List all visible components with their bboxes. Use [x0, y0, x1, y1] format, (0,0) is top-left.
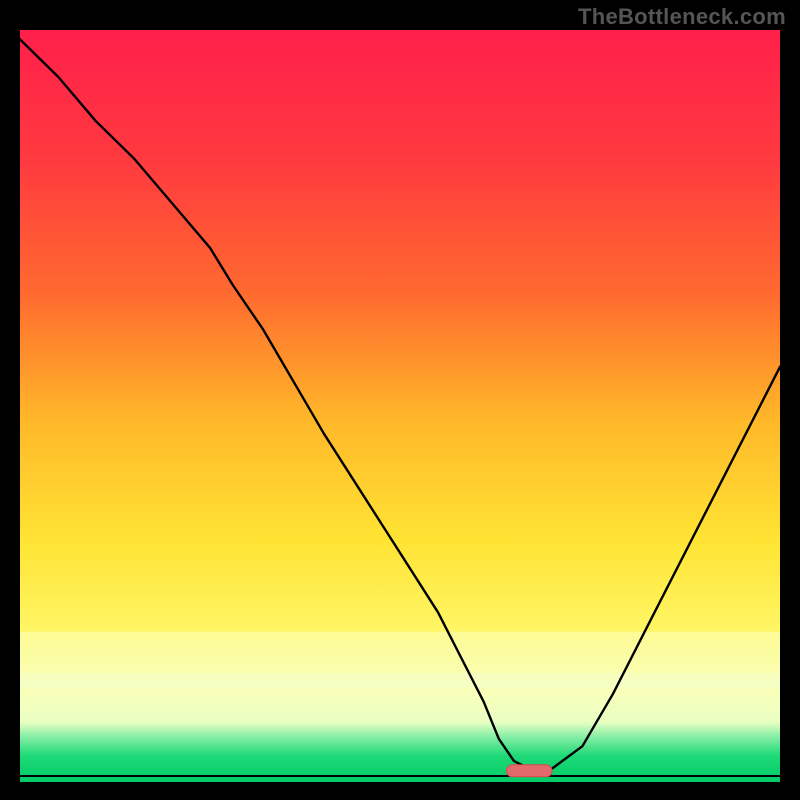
watermark-text: TheBottleneck.com	[578, 4, 786, 30]
plot-area	[20, 30, 780, 782]
chart-frame: TheBottleneck.com	[0, 0, 800, 800]
optimum-marker	[506, 765, 552, 777]
bottleneck-chart	[20, 30, 780, 782]
